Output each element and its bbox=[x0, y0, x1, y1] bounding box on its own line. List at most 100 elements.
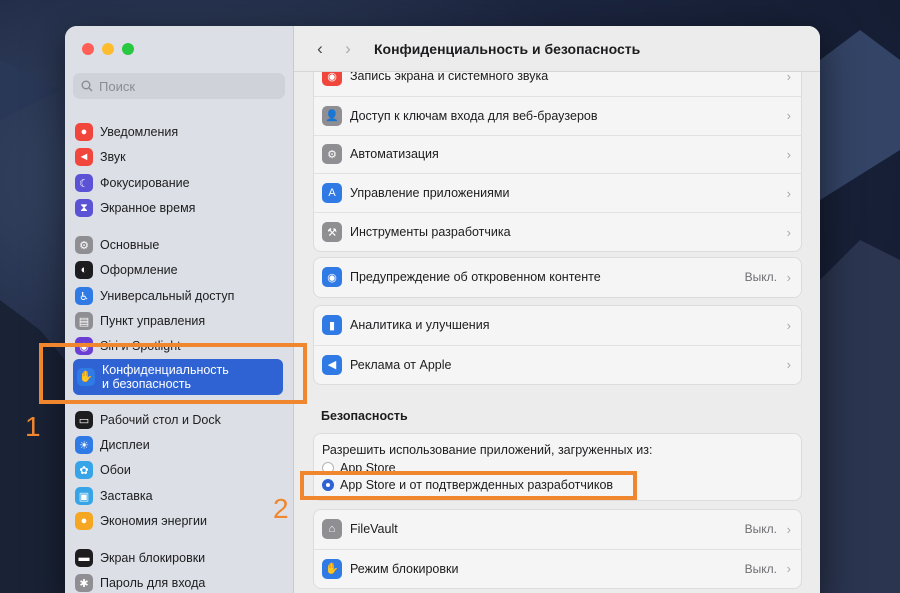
sidebar-item-lock-screen[interactable]: ▬ Экран блокировки bbox=[75, 546, 285, 570]
row-label: Предупреждение об откровенном контенте bbox=[350, 270, 601, 285]
dock-icon: ▭ bbox=[75, 411, 93, 429]
sidebar-item-general[interactable]: ⚙ Основные bbox=[75, 233, 285, 257]
security-group: ⌂ FileVault Выкл. › ✋ Режим блокировки Выкл. › bbox=[313, 509, 802, 589]
filevault-icon: ⌂ bbox=[322, 519, 342, 540]
sidebar-item-screen-time[interactable]: ⧗ Экранное время bbox=[75, 196, 285, 220]
sidebar-item-label: Уведомления bbox=[100, 125, 179, 139]
row-lockdown-mode[interactable]: ✋ Режим блокировки Выкл. › bbox=[314, 548, 801, 588]
row-developer-tools[interactable]: ⚒ Инструменты разработчика › bbox=[314, 212, 801, 251]
allow-apps-label: Разрешить использование приложений, загр… bbox=[322, 443, 653, 457]
megaphone-icon: ◀ bbox=[322, 354, 342, 375]
chevron-right-icon: › bbox=[786, 561, 791, 577]
sidebar-item-label: Звук bbox=[100, 150, 126, 164]
chevron-right-icon: › bbox=[786, 357, 791, 373]
sidebar-item-displays[interactable]: ☀ Дисплеи bbox=[75, 433, 285, 457]
sidebar-item-sound[interactable]: ◄ Звук bbox=[75, 145, 285, 169]
person-key-icon: 👤 bbox=[322, 105, 342, 126]
sidebar-item-label: Экранное время bbox=[100, 201, 196, 215]
flower-icon: ✿ bbox=[75, 461, 93, 479]
hourglass-icon: ⧗ bbox=[75, 199, 93, 217]
eye-icon: ◉ bbox=[322, 267, 342, 288]
chevron-right-icon: › bbox=[786, 269, 791, 285]
sidebar-item-notifications[interactable]: ● Уведомления bbox=[75, 120, 285, 144]
sidebar-item-login-password[interactable]: ✱ Пароль для входа bbox=[75, 571, 285, 593]
row-label: Автоматизация bbox=[350, 147, 439, 162]
gear-icon: ⚙ bbox=[75, 236, 93, 254]
chevron-right-icon: › bbox=[786, 146, 791, 162]
sidebar-item-label: Рабочий стол и Dock bbox=[100, 413, 221, 427]
toolbar: ‹ › Конфиденциальность и безопасность bbox=[294, 26, 820, 72]
lock-screen-icon: ▬ bbox=[75, 549, 93, 567]
sidebar-item-control-center[interactable]: ▤ Пункт управления bbox=[75, 309, 285, 333]
sidebar-item-appearance[interactable]: ◐ Оформление bbox=[75, 258, 285, 282]
control-center-icon: ▤ bbox=[75, 312, 93, 330]
password-icon: ✱ bbox=[75, 574, 93, 592]
chevron-right-icon: › bbox=[786, 521, 791, 537]
page-title: Конфиденциальность и безопасность bbox=[374, 40, 641, 57]
sidebar-item-label: Пункт управления bbox=[100, 314, 206, 328]
sidebar-item-label: Основные bbox=[100, 238, 160, 252]
speaker-icon: ◄ bbox=[75, 148, 93, 166]
row-label: Режим блокировки bbox=[350, 561, 459, 576]
screensaver-icon: ▣ bbox=[75, 487, 93, 505]
row-value: Выкл. bbox=[744, 561, 777, 576]
row-value: Выкл. bbox=[744, 522, 777, 537]
sidebar-item-label: Пароль для входа bbox=[100, 576, 206, 590]
row-analytics[interactable]: ▮ Аналитика и улучшения › bbox=[314, 306, 801, 345]
row-label: Управление приложениями bbox=[350, 186, 510, 201]
chevron-right-icon: › bbox=[786, 185, 791, 201]
sidebar-item-focus[interactable]: ☾ Фокусирование bbox=[75, 171, 285, 195]
app-store-icon: A bbox=[322, 183, 342, 204]
sidebar-item-label: Универсальный доступ bbox=[100, 289, 235, 303]
row-app-management[interactable]: A Управление приложениями › bbox=[314, 173, 801, 212]
sidebar-item-label: Обои bbox=[100, 463, 131, 477]
chevron-right-icon: › bbox=[786, 317, 791, 333]
sidebar-item-label: Экономия энергии bbox=[100, 514, 207, 528]
window-controls bbox=[82, 43, 134, 55]
sidebar-item-accessibility[interactable]: ♿ Универсальный доступ bbox=[75, 284, 285, 308]
sidebar: Поиск ● Уведомления ◄ Звук ☾ Фокусирование … bbox=[65, 26, 294, 593]
hammer-icon: ⚒ bbox=[322, 222, 342, 243]
row-passkeys[interactable]: 👤 Доступ к ключам входа для веб-браузеров… bbox=[314, 95, 801, 135]
gears-icon: ⚙ bbox=[322, 144, 342, 165]
sidebar-item-wallpaper[interactable]: ✿ Обои bbox=[75, 458, 285, 482]
moon-icon: ☾ bbox=[75, 174, 93, 192]
row-label: FileVault bbox=[350, 522, 398, 537]
privacy-group: ◉ Запись экрана и системного звука › 👤 Дост… bbox=[313, 56, 802, 252]
close-button[interactable] bbox=[82, 43, 94, 55]
hand-icon: ✋ bbox=[322, 558, 342, 579]
bell-icon: ● bbox=[75, 123, 93, 141]
section-security-heading: Безопасность bbox=[321, 409, 408, 423]
highlight-box-1 bbox=[39, 343, 307, 404]
highlight-box-2 bbox=[300, 471, 637, 500]
search-icon bbox=[81, 80, 93, 92]
search-input[interactable]: Поиск bbox=[73, 73, 285, 99]
row-label: Инструменты разработчика bbox=[350, 225, 511, 240]
sidebar-item-label: Фокусирование bbox=[100, 176, 190, 190]
sidebar-item-label: Экран блокировки bbox=[100, 551, 206, 565]
minimize-button[interactable] bbox=[102, 43, 114, 55]
row-label: Реклама от Apple bbox=[350, 357, 452, 372]
chevron-right-icon: › bbox=[786, 224, 791, 240]
row-apple-ads[interactable]: ◀ Реклама от Apple › bbox=[314, 344, 801, 384]
appearance-icon: ◐ bbox=[75, 261, 93, 279]
row-sensitive-content[interactable]: ◉ Предупреждение об откровенном контенте В… bbox=[314, 258, 801, 297]
sidebar-item-label: Дисплеи bbox=[100, 438, 150, 452]
chevron-right-icon: › bbox=[786, 108, 791, 124]
zoom-button[interactable] bbox=[122, 43, 134, 55]
back-button[interactable]: ‹ bbox=[306, 39, 334, 59]
row-filevault[interactable]: ⌂ FileVault Выкл. › bbox=[314, 510, 801, 549]
sidebar-item-desktop-dock[interactable]: ▭ Рабочий стол и Dock bbox=[75, 408, 285, 432]
main-pane: ‹ › Конфиденциальность и безопасность ◉ З… bbox=[294, 26, 820, 593]
row-label: Аналитика и улучшения bbox=[350, 318, 490, 333]
row-value: Выкл. bbox=[744, 270, 777, 285]
chart-icon: ▮ bbox=[322, 315, 342, 336]
forward-button[interactable]: › bbox=[334, 39, 362, 59]
row-label: Доступ к ключам входа для веб-браузеров bbox=[350, 108, 598, 123]
row-automation[interactable]: ⚙ Автоматизация › bbox=[314, 134, 801, 174]
sidebar-item-screensaver[interactable]: ▣ Заставка bbox=[75, 484, 285, 508]
sidebar-item-label: Заставка bbox=[100, 489, 153, 503]
bulb-icon: ● bbox=[75, 512, 93, 530]
sidebar-item-energy[interactable]: ● Экономия энергии bbox=[75, 509, 285, 533]
accessibility-icon: ♿ bbox=[75, 287, 93, 305]
